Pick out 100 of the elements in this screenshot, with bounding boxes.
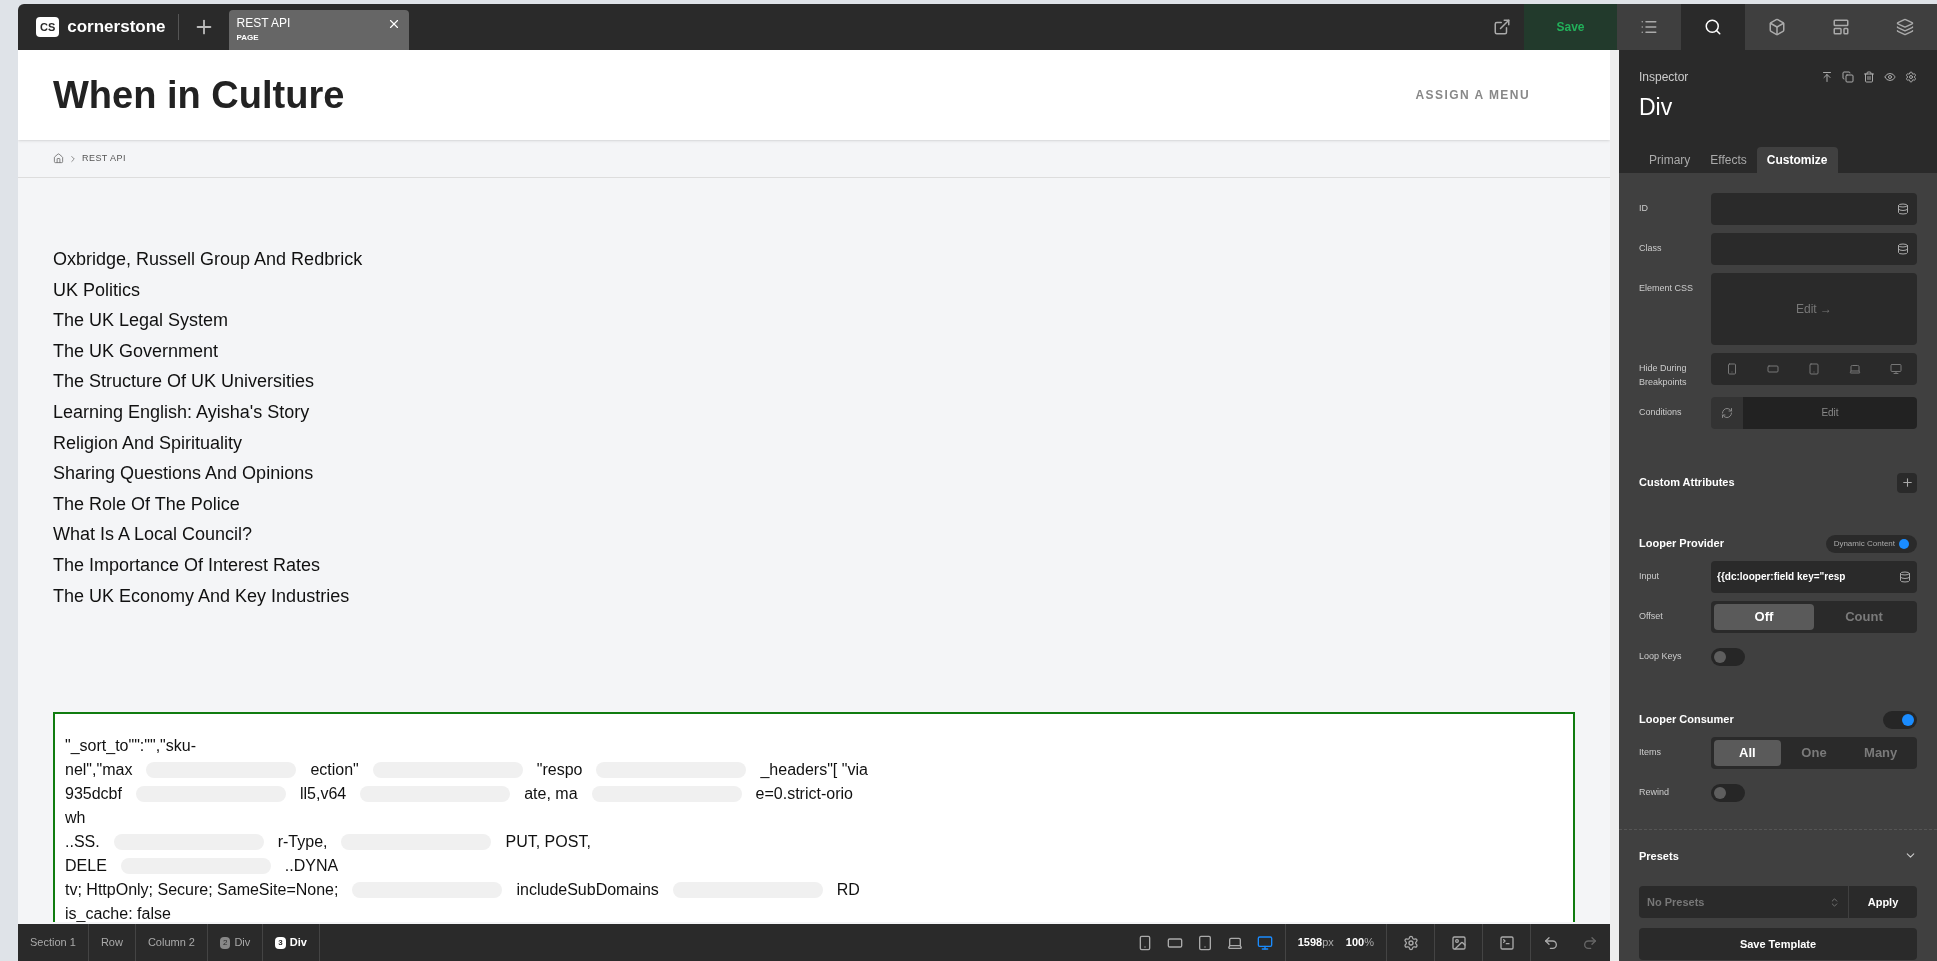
output-text: PUT, POST, bbox=[505, 832, 591, 853]
eye-icon[interactable] bbox=[1884, 71, 1896, 83]
segment-option[interactable]: Off bbox=[1714, 603, 1814, 630]
topic-link[interactable]: The UK Legal System bbox=[53, 309, 1610, 332]
topic-link[interactable]: Learning English: Ayisha's Story bbox=[53, 400, 1610, 424]
save-template-button[interactable]: Save Template bbox=[1639, 928, 1917, 960]
inspector-tab[interactable]: Effects bbox=[1700, 146, 1757, 173]
topic-link[interactable]: UK Politics bbox=[53, 278, 1610, 302]
output-text: RD bbox=[836, 880, 860, 901]
topic-link[interactable]: The UK Economy And Key Industries bbox=[53, 584, 1610, 608]
topic-link[interactable]: The UK Government bbox=[53, 339, 1610, 363]
topic-link[interactable]: The Structure Of UK Universities bbox=[53, 370, 1610, 393]
database-icon[interactable] bbox=[1897, 242, 1909, 255]
layers-panel-tab[interactable] bbox=[1873, 4, 1937, 50]
logo-text: cornerstone bbox=[67, 16, 166, 39]
chevron-icon bbox=[68, 153, 78, 164]
topic-link[interactable]: Religion And Spirituality bbox=[53, 431, 1610, 455]
text-field[interactable] bbox=[1711, 232, 1917, 265]
field-label: Class bbox=[1639, 241, 1663, 255]
site-title: When in Culture bbox=[53, 72, 345, 118]
save-button[interactable]: Save bbox=[1524, 4, 1617, 50]
zoom-field[interactable]: 100% bbox=[1345, 934, 1386, 951]
element-breadcrumb[interactable]: 2 Div bbox=[207, 924, 264, 961]
delete-icon[interactable] bbox=[1863, 71, 1875, 83]
text-field[interactable] bbox=[1711, 192, 1917, 225]
input-field[interactable]: {{dc:looper:field key="resp bbox=[1711, 560, 1917, 593]
topic-link[interactable]: Sharing Questions And Opinions bbox=[53, 462, 1610, 485]
add-attribute-button[interactable] bbox=[1897, 472, 1917, 493]
output-text: DELE bbox=[65, 856, 107, 877]
element-breadcrumb[interactable]: 3 Div bbox=[263, 924, 320, 961]
output-text: 935dcbf bbox=[65, 784, 122, 805]
output-text: e=0.strict-orio bbox=[755, 784, 853, 805]
laptop-icon[interactable] bbox=[1849, 362, 1862, 375]
topic-link[interactable]: The Importance Of Interest Rates bbox=[53, 553, 1610, 577]
tab-title: REST API bbox=[236, 15, 291, 32]
desktop-icon[interactable] bbox=[1256, 934, 1273, 951]
database-icon[interactable] bbox=[1899, 570, 1911, 583]
copy-icon[interactable] bbox=[1842, 71, 1854, 83]
section-title: Looper Consumer bbox=[1639, 712, 1734, 728]
toggle-switch[interactable] bbox=[1711, 783, 1745, 802]
list-icon bbox=[1640, 18, 1658, 36]
settings-icon[interactable] bbox=[1905, 71, 1917, 83]
field-label: Hide During Breakpoints bbox=[1639, 361, 1688, 389]
element-breadcrumb[interactable]: Column 2 bbox=[135, 924, 208, 961]
topic-link[interactable]: The Role Of The Police bbox=[53, 492, 1610, 516]
output-text: includeSubDomains bbox=[516, 880, 659, 901]
desktop-icon[interactable] bbox=[1890, 362, 1903, 375]
plus-icon bbox=[1900, 476, 1914, 489]
panel-label: Inspector bbox=[1639, 69, 1689, 86]
home-icon[interactable] bbox=[53, 153, 64, 164]
breadcrumb-text: REST API bbox=[82, 151, 126, 165]
section-title: Custom Attributes bbox=[1639, 475, 1735, 491]
field-label: Input bbox=[1639, 569, 1661, 583]
section-title: Presets bbox=[1639, 848, 1679, 864]
output-text: ..DYNA bbox=[284, 856, 339, 877]
box-icon bbox=[1768, 18, 1786, 36]
output-text: "_sort_to"":"","sku- bbox=[65, 736, 196, 757]
apply-button[interactable]: Apply bbox=[1849, 886, 1917, 918]
output-text: ll5,v64 bbox=[299, 784, 347, 805]
field-label: Items bbox=[1639, 745, 1662, 759]
list-panel-tab[interactable] bbox=[1617, 4, 1681, 50]
element-title: Div bbox=[1639, 93, 1674, 122]
inspector-tab[interactable]: Primary bbox=[1639, 146, 1701, 173]
field-label: Offset bbox=[1639, 609, 1664, 623]
element-breadcrumb[interactable]: Row bbox=[88, 924, 136, 961]
dynamic-content-toggle[interactable]: Dynamic Content bbox=[1825, 534, 1917, 553]
toggle-switch[interactable] bbox=[1711, 647, 1745, 666]
move-up-icon[interactable] bbox=[1821, 71, 1833, 83]
layout-icon bbox=[1832, 18, 1850, 36]
logo-badge: CS bbox=[36, 16, 60, 38]
element-breadcrumb[interactable]: Section 1 bbox=[18, 924, 89, 961]
output-text: nel","max bbox=[65, 760, 133, 781]
output-text: r-Type, bbox=[277, 832, 328, 853]
topic-link[interactable]: Oxbridge, Russell Group And Redbrick bbox=[53, 248, 1610, 271]
phone-icon[interactable] bbox=[1725, 362, 1738, 375]
box-panel-tab[interactable] bbox=[1745, 4, 1809, 50]
field-label: Element CSS bbox=[1639, 281, 1695, 295]
scrollbar-track[interactable] bbox=[1610, 50, 1619, 961]
width-field[interactable]: 1598px bbox=[1285, 934, 1346, 951]
output-text: ection" bbox=[310, 760, 359, 781]
tablet-icon[interactable] bbox=[1196, 934, 1213, 951]
output-text: ..SS. bbox=[65, 832, 100, 853]
toggle-switch[interactable] bbox=[1883, 710, 1917, 729]
section-title: Looper Provider bbox=[1639, 536, 1724, 552]
field-label: Conditions bbox=[1639, 405, 1683, 419]
output-text: "respo bbox=[536, 760, 583, 781]
conditions-edit-button[interactable]: Edit bbox=[1743, 396, 1917, 429]
output-text: tv; HttpOnly; Secure; SameSite=None; bbox=[65, 880, 339, 901]
document-tab[interactable]: REST API PAGE bbox=[228, 10, 409, 50]
field-label: ID bbox=[1639, 201, 1649, 215]
search-icon bbox=[1704, 18, 1722, 36]
menu-link[interactable]: ASSIGN A MENU bbox=[1415, 86, 1530, 104]
inspector-tab[interactable]: Customize bbox=[1756, 146, 1838, 173]
layers-icon bbox=[1896, 18, 1914, 36]
topic-link[interactable]: What Is A Local Council? bbox=[53, 523, 1610, 546]
output-text: ate, ma bbox=[524, 784, 578, 805]
database-icon[interactable] bbox=[1897, 202, 1909, 215]
field-label: Loop Keys bbox=[1639, 649, 1683, 663]
segment-option[interactable]: All bbox=[1714, 739, 1781, 766]
conditions-icon-box[interactable] bbox=[1711, 396, 1743, 429]
